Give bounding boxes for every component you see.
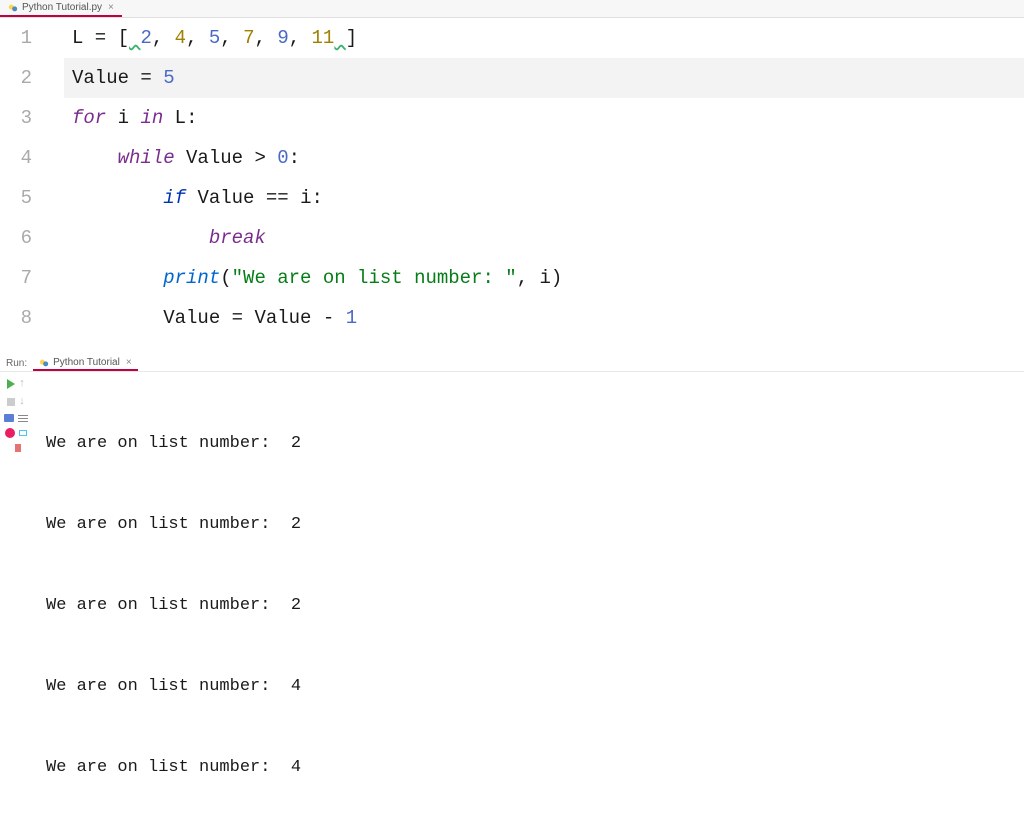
run-panel-header: Run: Python Tutorial ×	[0, 356, 1024, 372]
fold-column	[48, 18, 64, 356]
output-line: We are on list number: 4	[46, 754, 1024, 781]
code-line[interactable]: while Value > 0:	[64, 138, 1024, 178]
editor-tab[interactable]: Python Tutorial.py ×	[0, 0, 122, 17]
print-icon[interactable]	[19, 430, 27, 436]
run-toolbar: ↑ ↓	[0, 372, 32, 835]
line-number: 8	[0, 298, 32, 338]
layout-icon[interactable]	[4, 414, 14, 422]
code-line[interactable]: L = [ 2, 4, 5, 7, 9, 11 ]	[64, 18, 1024, 58]
line-number-gutter: 1 2 3 4 5 6 7 8	[0, 18, 48, 356]
output-line: We are on list number: 2	[46, 592, 1024, 619]
line-number: 6	[0, 218, 32, 258]
run-tab-label: Python Tutorial	[53, 357, 120, 368]
code-line[interactable]: Value = Value - 1	[64, 298, 1024, 338]
arrow-down-icon[interactable]: ↓	[19, 396, 26, 408]
output-line: We are on list number: 2	[46, 511, 1024, 538]
arrow-up-icon[interactable]: ↑	[19, 378, 26, 390]
python-file-icon	[8, 3, 18, 13]
code-line[interactable]: break	[64, 218, 1024, 258]
run-icon[interactable]	[7, 379, 15, 389]
code-line[interactable]: if Value == i:	[64, 178, 1024, 218]
output-line: We are on list number: 4	[46, 673, 1024, 700]
trash-icon[interactable]	[15, 444, 21, 452]
run-panel: ↑ ↓ We are on list number: 2 We are on l…	[0, 372, 1024, 835]
close-icon[interactable]: ×	[126, 357, 132, 368]
line-number: 4	[0, 138, 32, 178]
line-number: 7	[0, 258, 32, 298]
record-icon[interactable]	[5, 428, 15, 438]
python-file-icon	[39, 358, 49, 368]
code-line[interactable]: print("We are on list number: ", i)	[64, 258, 1024, 298]
close-icon[interactable]: ×	[108, 2, 114, 13]
line-number: 5	[0, 178, 32, 218]
code-line[interactable]: Value = 5	[64, 58, 1024, 98]
editor-tab-label: Python Tutorial.py	[22, 2, 102, 13]
editor-tab-bar: Python Tutorial.py ×	[0, 0, 1024, 18]
code-editor[interactable]: 1 2 3 4 5 6 7 8 L = [ 2, 4, 5, 7, 9, 11 …	[0, 18, 1024, 356]
line-number: 3	[0, 98, 32, 138]
code-line[interactable]: for i in L:	[64, 98, 1024, 138]
stop-icon[interactable]	[7, 398, 15, 406]
console-output[interactable]: We are on list number: 2 We are on list …	[32, 372, 1024, 835]
soft-wrap-icon[interactable]	[18, 415, 28, 422]
line-number: 1	[0, 18, 32, 58]
code-content[interactable]: L = [ 2, 4, 5, 7, 9, 11 ] Value = 5 for …	[64, 18, 1024, 356]
run-tab[interactable]: Python Tutorial ×	[33, 356, 138, 371]
line-number: 2	[0, 58, 32, 98]
run-label: Run:	[6, 358, 27, 369]
output-line: We are on list number: 2	[46, 430, 1024, 457]
